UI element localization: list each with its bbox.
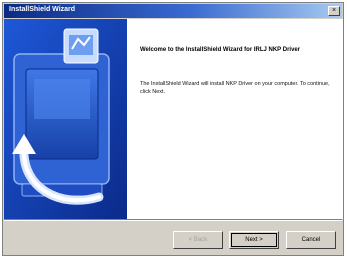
- back-button[interactable]: < Back: [173, 231, 223, 249]
- button-divider: [4, 219, 342, 221]
- close-button[interactable]: ×: [328, 6, 340, 16]
- title-bar[interactable]: InstallShield Wizard ×: [4, 4, 342, 18]
- wizard-side-banner: [4, 19, 127, 219]
- welcome-description: The InstallShield Wizard will install NK…: [140, 81, 330, 95]
- cancel-button[interactable]: Cancel: [286, 231, 336, 249]
- wizard-content: Welcome to the InstallShield Wizard for …: [127, 19, 343, 219]
- installshield-window: InstallShield Wizard × Welcome to the In…: [2, 2, 344, 256]
- welcome-heading: Welcome to the InstallShield Wizard for …: [140, 47, 301, 53]
- close-icon: ×: [331, 7, 337, 14]
- window-title: InstallShield Wizard: [9, 6, 76, 13]
- installer-artwork: [4, 19, 127, 219]
- next-button[interactable]: Next >: [229, 231, 279, 249]
